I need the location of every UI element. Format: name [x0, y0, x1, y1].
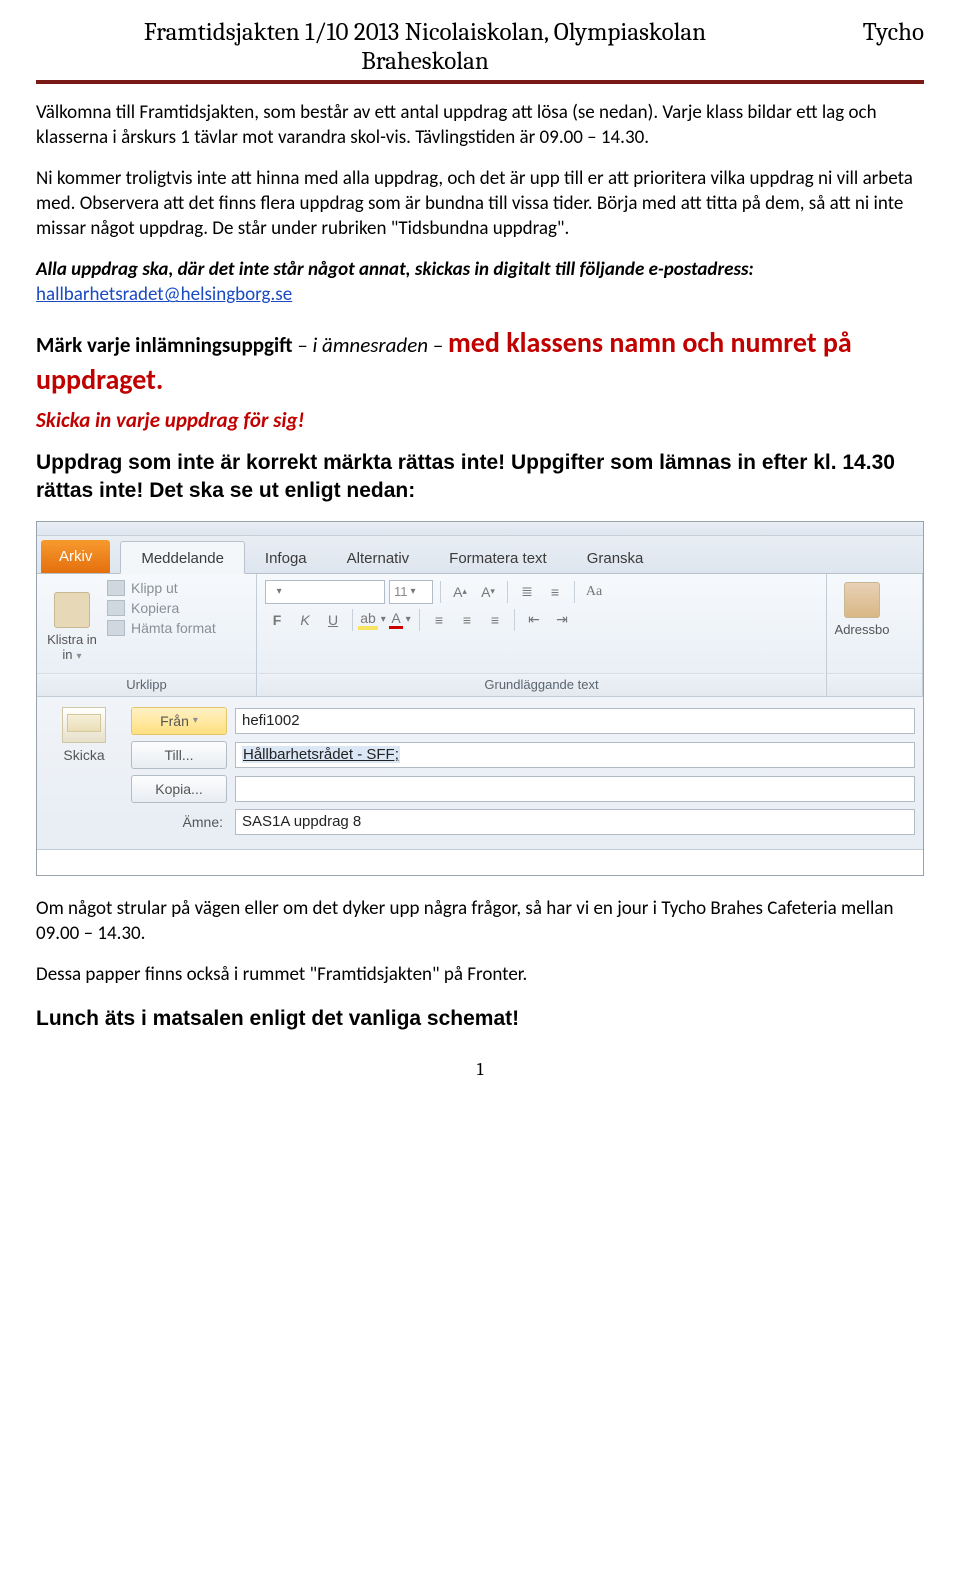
- compose-body[interactable]: [37, 849, 923, 875]
- subject-label: Ämne:: [131, 814, 227, 830]
- para-marking-lead: Märk varje inlämningsuppgift: [36, 332, 297, 358]
- increase-indent-button[interactable]: ⇥: [550, 608, 574, 632]
- para-jour: Om något strular på vägen eller om det d…: [36, 896, 924, 946]
- italic-button[interactable]: K: [293, 608, 317, 632]
- para-welcome: Välkomna till Framtidsjakten, som består…: [36, 100, 924, 150]
- from-field[interactable]: hefi1002: [235, 708, 915, 734]
- format-painter-label: Hämta format: [131, 620, 216, 636]
- basictext-group-label: Grundläggande text: [259, 673, 824, 696]
- cut-label: Klipp ut: [131, 580, 178, 596]
- copy-button[interactable]: Kopiera: [107, 598, 250, 618]
- email-link[interactable]: hallbarhetsradet@helsingborg.se: [36, 283, 292, 306]
- numbering-button[interactable]: ≡: [543, 580, 567, 604]
- align-left-button[interactable]: ≡: [427, 608, 451, 632]
- para-email-lead: Alla uppdrag ska, där det inte står någo…: [36, 258, 754, 281]
- para-priority: Ni kommer troligtvis inte att hinna med …: [36, 166, 924, 241]
- para-rules: Uppdrag som inte är korrekt märkta rätta…: [36, 449, 924, 504]
- font-size-combo[interactable]: 11▾: [389, 580, 433, 604]
- subject-field[interactable]: SAS1A uppdrag 8: [235, 809, 915, 835]
- cc-field[interactable]: [235, 776, 915, 802]
- para-marking-ital: – i ämnesraden –: [297, 332, 448, 358]
- header-title-line1: Framtidsjakten 1/10 2013 Nicolaiskolan, …: [36, 18, 814, 47]
- to-button[interactable]: Till...: [131, 741, 227, 769]
- underline-button[interactable]: U: [321, 608, 345, 632]
- font-color-button[interactable]: A▾: [388, 608, 412, 632]
- tab-formatera-text[interactable]: Formatera text: [429, 542, 567, 573]
- from-value: hefi1002: [242, 712, 300, 729]
- brush-icon: [107, 620, 125, 636]
- addressbook-icon: [844, 582, 880, 618]
- font-family-combo[interactable]: ▾: [265, 580, 385, 604]
- align-center-button[interactable]: ≡: [455, 608, 479, 632]
- to-value: Hållbarhetsrådet - SFF;: [242, 746, 400, 763]
- header-rule: [36, 80, 924, 84]
- page-number: 1: [36, 1059, 924, 1080]
- bold-button[interactable]: F: [265, 608, 289, 632]
- highlight-button[interactable]: ab▾: [360, 608, 384, 632]
- ribbon-group-clipboard: Klistra in in Klipp ut Kopiera: [37, 574, 257, 696]
- clipboard-group-label: Urklipp: [37, 673, 256, 696]
- para-send-in: Skicka in varje uppdrag för sig!: [36, 407, 924, 433]
- font-size-value: 11: [394, 584, 408, 599]
- addressbook-button[interactable]: Adressbo: [833, 578, 891, 637]
- paste-icon: [54, 592, 90, 628]
- copy-icon: [107, 600, 125, 616]
- paste-sublabel: in: [62, 647, 81, 662]
- grow-font-button[interactable]: A▴: [448, 580, 472, 604]
- tab-alternativ[interactable]: Alternativ: [327, 542, 430, 573]
- ribbon-group-addressbook: Adressbo: [827, 574, 923, 696]
- paste-button[interactable]: Klistra in in: [43, 578, 101, 673]
- tab-arkiv[interactable]: Arkiv: [41, 540, 110, 573]
- document-header: Framtidsjakten 1/10 2013 Nicolaiskolan, …: [36, 18, 924, 76]
- tab-granska[interactable]: Granska: [567, 542, 664, 573]
- para-marking: Märk varje inlämningsuppgift – i ämnesra…: [36, 324, 924, 400]
- to-field[interactable]: Hållbarhetsrådet - SFF;: [235, 742, 915, 768]
- send-label: Skicka: [63, 747, 104, 763]
- outlook-window: Arkiv Meddelande Infoga Alternativ Forma…: [36, 521, 924, 876]
- para-lunch: Lunch äts i matsalen enligt det vanliga …: [36, 1005, 924, 1033]
- ribbon-group-basictext: ▾ 11▾ A▴ A▾ ≣ ≡ Aa F K U: [257, 574, 827, 696]
- cut-button[interactable]: Klipp ut: [107, 578, 250, 598]
- para-email: Alla uppdrag ska, där det inte står någo…: [36, 257, 924, 307]
- tab-infoga[interactable]: Infoga: [245, 542, 327, 573]
- ribbon-tabs: Arkiv Meddelande Infoga Alternativ Forma…: [37, 536, 923, 574]
- scissors-icon: [107, 580, 125, 596]
- ribbon-body: Klistra in in Klipp ut Kopiera: [37, 574, 923, 696]
- envelope-icon: [62, 707, 106, 743]
- from-button[interactable]: Från: [131, 707, 227, 735]
- paste-label: Klistra in: [47, 632, 97, 647]
- tab-meddelande[interactable]: Meddelande: [120, 541, 245, 574]
- decrease-indent-button[interactable]: ⇤: [522, 608, 546, 632]
- header-title-line2: Braheskolan: [36, 47, 814, 76]
- align-right-button[interactable]: ≡: [483, 608, 507, 632]
- shrink-font-button[interactable]: A▾: [476, 580, 500, 604]
- outlook-titlebar: [37, 522, 923, 536]
- para-fronter: Dessa papper finns också i rummet "Framt…: [36, 962, 924, 987]
- bullets-button[interactable]: ≣: [515, 580, 539, 604]
- header-title-right: Tycho: [814, 18, 924, 47]
- subject-value: SAS1A uppdrag 8: [242, 813, 361, 830]
- cc-button[interactable]: Kopia...: [131, 775, 227, 803]
- copy-label: Kopiera: [131, 600, 179, 616]
- compose-area: Skicka Från hefi1002 Till... Hållbarhets…: [37, 696, 923, 849]
- addressbook-group-label: [827, 673, 922, 696]
- clear-formatting-button[interactable]: Aa: [582, 580, 606, 604]
- addressbook-label: Adressbo: [835, 622, 890, 637]
- format-painter-button[interactable]: Hämta format: [107, 618, 250, 638]
- send-button[interactable]: Skicka: [45, 707, 123, 835]
